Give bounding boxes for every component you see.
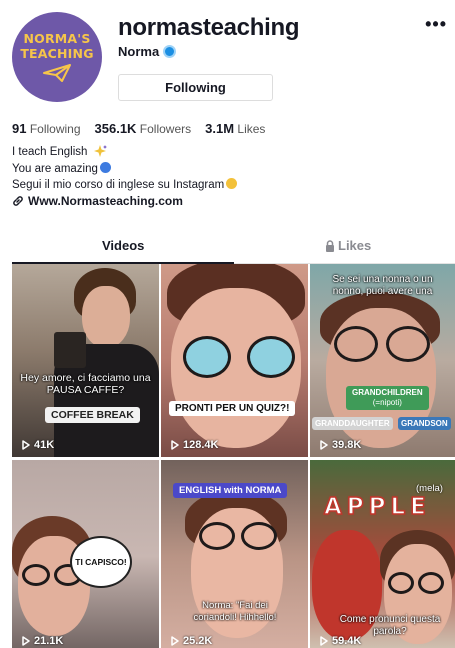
username: normasteaching [118, 14, 300, 41]
more-icon[interactable]: ••• [425, 14, 447, 35]
view-count-value: 128.4K [183, 439, 219, 451]
speech-bubble: TI CAPISCO! [70, 536, 132, 588]
tab-likes[interactable]: Likes [325, 238, 371, 253]
thumbnail-glasses [199, 522, 235, 550]
video-tag: PRONTI PER UN QUIZ?! [169, 401, 296, 416]
following-button[interactable]: Following [118, 74, 273, 101]
video-tag-left: GRANDDAUGHTER [312, 417, 393, 430]
thumbnail-glasses [418, 572, 444, 594]
thumbnail-glasses [241, 522, 277, 550]
video-card[interactable]: Se sei una nonna o un nonno, puoi avere … [310, 264, 455, 457]
video-card[interactable]: Hey amore, ci facciamo una PAUSA CAFFE? … [12, 264, 159, 457]
view-count: 25.2K [171, 635, 212, 647]
thumbnail-glasses [22, 564, 50, 586]
view-count: 59.4K [320, 635, 361, 647]
view-count-value: 41K [34, 439, 55, 451]
video-card[interactable]: ENGLISH with NORMA Norma: "Fai dei coria… [161, 460, 308, 648]
view-count-value: 59.4K [332, 635, 362, 647]
view-count: 21.1K [22, 635, 63, 647]
bio: I teach English You are amazing Segui il… [12, 144, 238, 194]
website-link[interactable]: Www.Normasteaching.com [12, 194, 183, 208]
avatar[interactable]: NORMA'S TEACHING [12, 12, 102, 102]
thumbnail-face [82, 286, 130, 348]
video-tag: COFFEE BREAK [45, 407, 140, 423]
website-link-text: Www.Normasteaching.com [28, 194, 183, 208]
video-tag: ENGLISH with NORMA [173, 483, 288, 498]
tab-videos[interactable]: Videos [102, 238, 144, 253]
likes-label: Likes [237, 122, 266, 136]
thumbnail-coffee-machine [54, 332, 86, 368]
video-card[interactable]: TI CAPISCO! 21.1K [12, 460, 159, 648]
followers-label: Followers [139, 122, 192, 136]
video-tag: APPLE [323, 493, 431, 521]
play-icon [320, 440, 328, 450]
sparkles-icon [93, 145, 107, 157]
video-caption: Norma: "Fai dei coriandoli! Hihhello! [193, 600, 277, 623]
play-icon [171, 636, 179, 646]
display-name: Norma [118, 44, 160, 59]
play-icon [22, 440, 30, 450]
thumbnail-glasses [247, 336, 295, 378]
bio-line2: You are amazing [12, 162, 98, 175]
video-card[interactable]: PRONTI PER UN QUIZ?! 128.4K [161, 264, 308, 457]
view-count-value: 21.1K [34, 635, 64, 647]
link-icon [13, 196, 23, 206]
speech-bubble-text: TI CAPISCO! [75, 557, 127, 567]
bio-line3: Segui il mio corso di inglese su Instagr… [12, 179, 225, 191]
followers-stat[interactable]: 356.1K Followers [95, 121, 192, 136]
video-tag-sub: (mela) [416, 483, 443, 494]
video-caption: Hey amore, ci facciamo una PAUSA CAFFE? [20, 372, 151, 396]
view-count: 39.8K [320, 439, 361, 451]
video-tag-main: GRANDCHILDREN [352, 388, 423, 397]
display-name-row: Norma [118, 44, 177, 59]
paper-plane-icon [43, 64, 71, 82]
play-icon [320, 636, 328, 646]
tab-likes-label: Likes [338, 238, 372, 253]
following-stat[interactable]: 91 Following [12, 121, 81, 136]
likes-count: 3.1M [205, 121, 235, 136]
video-tag-sub: (=nipoti) [372, 398, 402, 407]
video-card[interactable]: (mela) APPLE Come pronunci questa parola… [310, 460, 455, 648]
video-tag: GRANDCHILDREN (=nipoti) [346, 386, 429, 410]
profile-stats: 91 Following 356.1K Followers 3.1M Likes [12, 121, 265, 136]
play-icon [171, 440, 179, 450]
view-count: 41K [22, 439, 54, 451]
view-count-value: 39.8K [332, 439, 362, 451]
video-caption: Se sei una nonna o un nonno, puoi avere … [332, 274, 433, 297]
lock-icon [326, 239, 334, 252]
bio-line1: I teach English [12, 146, 88, 158]
avatar-text-line2: TEACHING [20, 46, 94, 61]
thumbnail-glasses [334, 326, 378, 362]
video-tag-right: GRANDSON [398, 417, 451, 430]
thumbnail-glasses [386, 326, 430, 362]
thumbnail-glasses [183, 336, 231, 378]
following-label: Following [29, 122, 81, 136]
profile-tabs: Videos Likes [12, 234, 455, 264]
likes-stat: 3.1M Likes [205, 121, 265, 136]
view-count: 128.4K [171, 439, 218, 451]
play-icon [22, 636, 30, 646]
view-count-value: 25.2K [183, 635, 213, 647]
following-count: 91 [12, 121, 27, 136]
avatar-text-line1: NORMA'S [23, 31, 91, 46]
sunglasses-emoji-icon [226, 178, 238, 189]
followers-count: 356.1K [94, 121, 137, 136]
blue-heart-icon [99, 161, 111, 173]
thumbnail-glasses [388, 572, 414, 594]
video-grid: Hey amore, ci facciamo una PAUSA CAFFE? … [12, 264, 455, 648]
verified-badge-icon [163, 45, 177, 58]
